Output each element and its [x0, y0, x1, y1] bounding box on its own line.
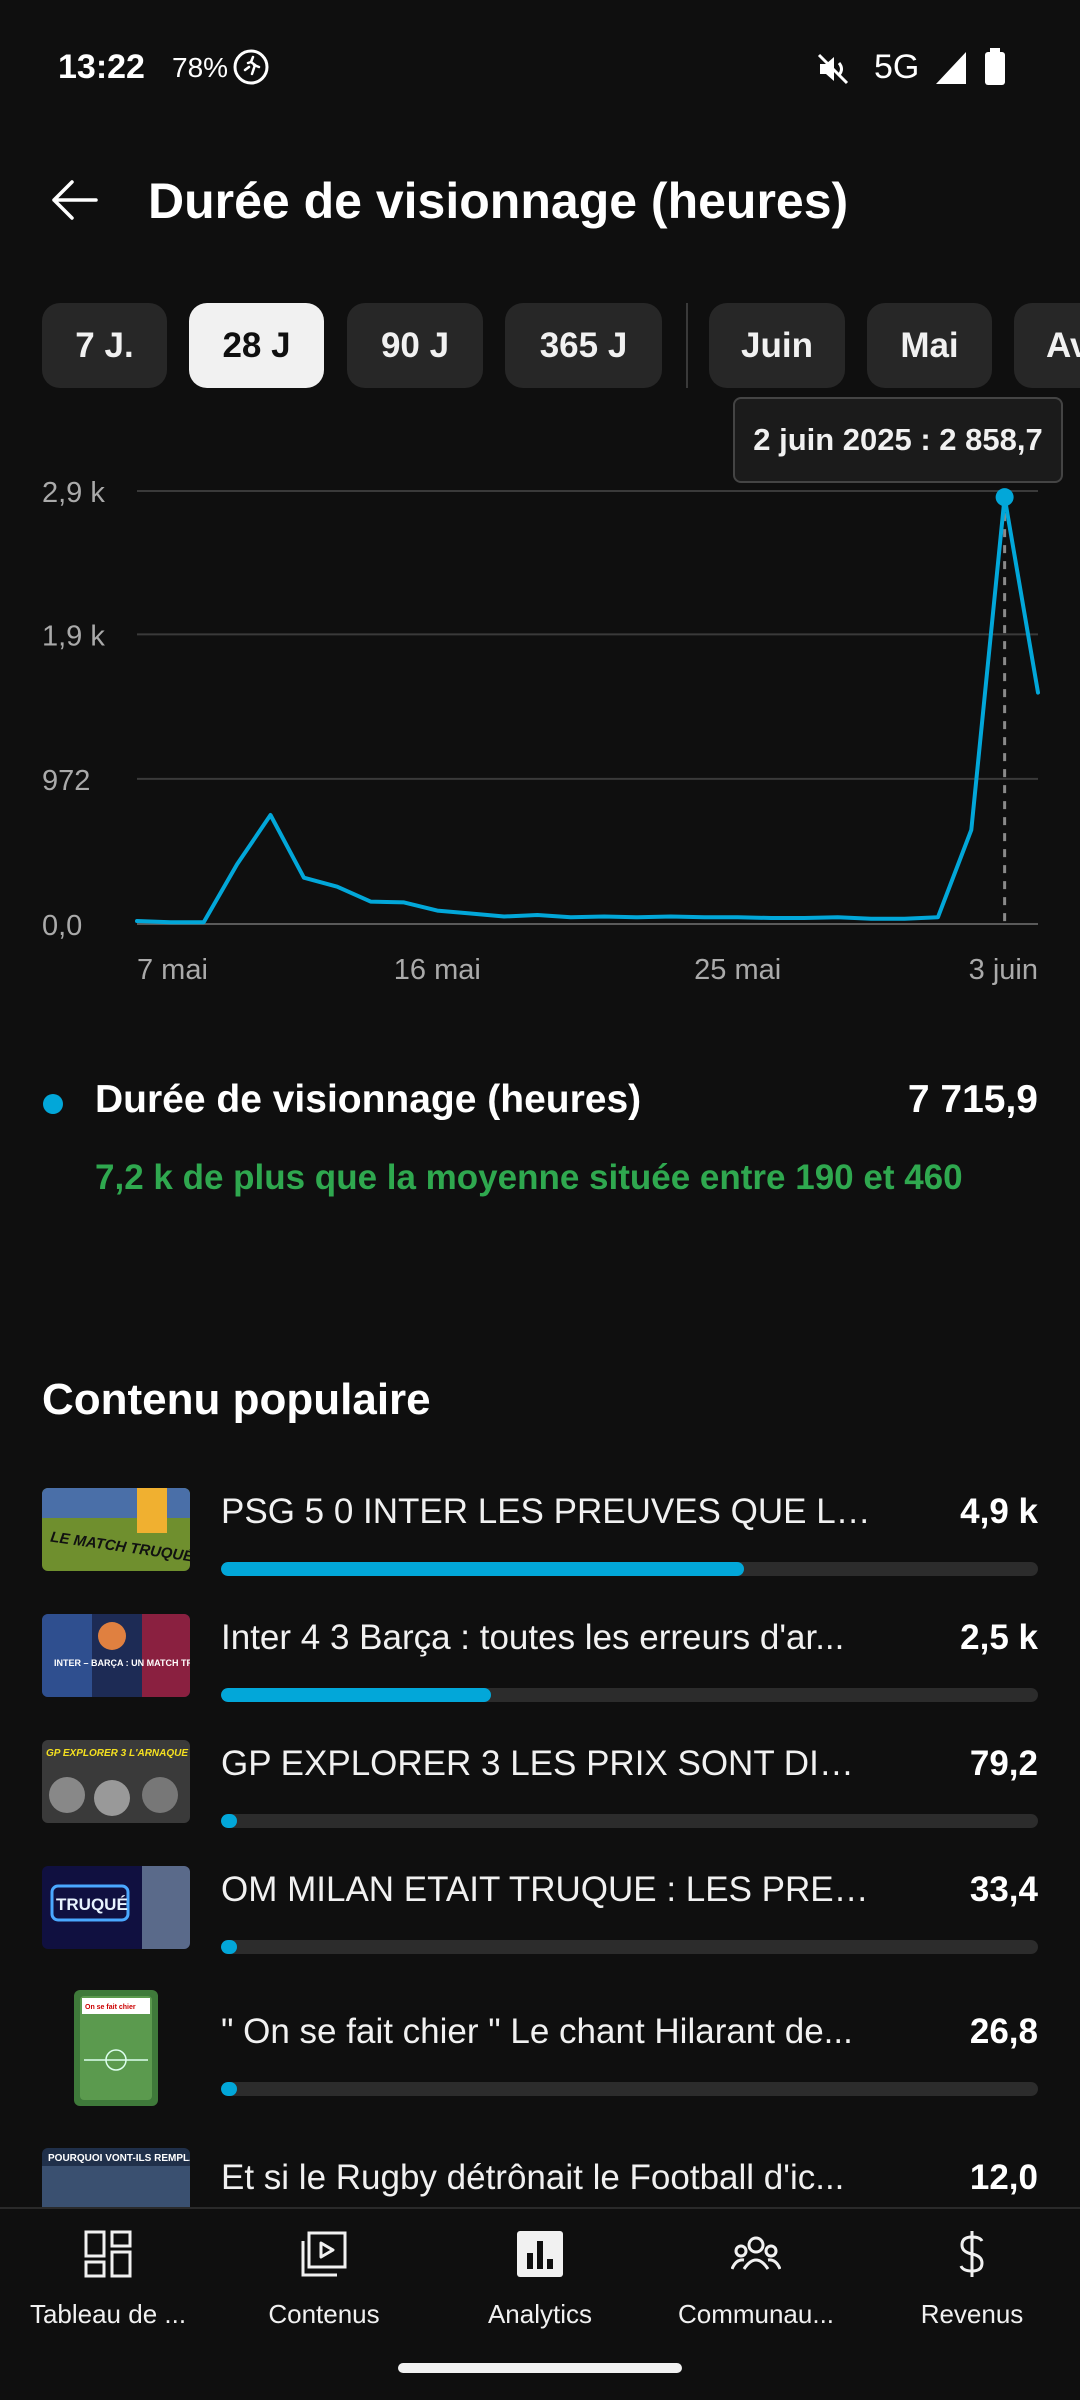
video-thumbnail: LE MATCH TRUQUÉ — [42, 1488, 190, 1571]
y-tick-label: 2,9 k — [42, 477, 105, 509]
video-thumbnail: On se fait chier — [74, 1990, 158, 2106]
share-bar-fill — [221, 1562, 744, 1576]
y-tick-label: 0,0 — [42, 910, 82, 942]
video-thumbnail: TRUQUÉ — [42, 1866, 190, 1949]
series-line — [135, 495, 1040, 925]
nav-analytics[interactable]: Analytics — [432, 2209, 648, 2349]
share-bar-fill — [221, 1814, 238, 1828]
chip-90-days[interactable]: 90 J — [347, 303, 483, 388]
page-title: Durée de visionnage (heures) — [148, 173, 849, 229]
top-content-list: LE MATCH TRUQUÉ PSG 5 0 INTER LES PREUVE… — [0, 1480, 1080, 2210]
share-bar — [221, 1562, 1038, 1576]
arrow-back-icon — [52, 180, 98, 220]
nav-community[interactable]: Communau... — [648, 2209, 864, 2349]
chip-may[interactable]: Mai — [867, 303, 992, 388]
earn-icon — [959, 2231, 984, 2277]
metric-label: Durée de visionnage (heures) — [95, 1078, 642, 1121]
video-watch-time: 26,8 — [969, 2012, 1038, 2051]
app-header: Durée de visionnage (heures) — [0, 160, 1080, 240]
section-title-top-content: Contenu populaire — [42, 1375, 431, 1424]
network-type: 5G — [874, 48, 920, 86]
x-tick-label: 16 mai — [394, 954, 481, 986]
thumbnail-text: GP EXPLORER 3 L'ARNAQUE DE L'ANNÉE — [46, 1746, 190, 1759]
period-chips: 7 J. 28 J 90 J 365 J Juin Mai Av — [0, 303, 1080, 388]
share-bar — [221, 1940, 1038, 1954]
battery-icon — [985, 48, 1005, 85]
video-watch-time: 33,4 — [969, 1870, 1038, 1909]
share-bar-fill — [221, 2082, 238, 2096]
video-title: Inter 4 3 Barça : toutes les erreurs d'a… — [221, 1618, 845, 1657]
video-watch-time: 79,2 — [969, 1744, 1038, 1783]
x-tick-label: 3 juin — [969, 954, 1038, 986]
chip-divider — [686, 303, 688, 388]
list-item[interactable]: POURQUOI VONT-ILS REMPLACER LES Et si le… — [0, 2148, 1080, 2210]
content-icon — [301, 2231, 347, 2277]
nav-label: Communau... — [677, 2299, 835, 2329]
signal-icon — [936, 52, 966, 84]
nav-label: Contenus — [268, 2299, 380, 2329]
metric-summary: Durée de visionnage (heures) 7 715,9 7,2… — [0, 1070, 1080, 1220]
home-indicator — [398, 2363, 682, 2373]
share-bar — [221, 1688, 1038, 1702]
status-battery-percent: 78% — [172, 52, 229, 83]
video-thumbnail: POURQUOI VONT-ILS REMPLACER LES — [42, 2148, 190, 2210]
video-watch-time: 4,9 k — [960, 1492, 1038, 1531]
y-tick-label: 1,9 k — [42, 620, 105, 652]
nav-label: Revenus — [920, 2299, 1024, 2329]
chart-tooltip: 2 juin 2025 : 2 858,7 — [733, 397, 1063, 483]
list-item[interactable]: TRUQUÉ OM MILAN ETAIT TRUQUE : LES PREU.… — [0, 1866, 1080, 1976]
list-item[interactable]: INTER – BARÇA : UN MATCH TRUQUÉ Inter 4 … — [0, 1614, 1080, 1724]
share-bar-fill — [221, 1940, 238, 1954]
video-thumbnail: INTER – BARÇA : UN MATCH TRUQUÉ — [42, 1614, 190, 1697]
dashboard-icon — [84, 2230, 132, 2278]
mute-icon — [817, 53, 849, 85]
share-bar-fill — [221, 1688, 491, 1702]
nav-content[interactable]: Contenus — [216, 2209, 432, 2349]
back-button[interactable] — [44, 170, 104, 230]
chip-7-days[interactable]: 7 J. — [42, 303, 167, 388]
chip-365-days[interactable]: 365 J — [505, 303, 662, 388]
highlight-point — [995, 488, 1014, 507]
community-icon — [731, 2236, 781, 2270]
share-bar — [221, 2082, 1038, 2096]
video-thumbnail: GP EXPLORER 3 L'ARNAQUE DE L'ANNÉE — [42, 1740, 190, 1823]
video-watch-time: 12,0 — [969, 2158, 1038, 2197]
x-tick-label: 7 mai — [137, 954, 208, 986]
status-time: 13:22 — [58, 48, 145, 86]
chip-28-days[interactable]: 28 J — [189, 303, 324, 388]
chip-june[interactable]: Juin — [709, 303, 845, 388]
list-item[interactable]: On se fait chier " On se fait chier " Le… — [0, 1990, 1080, 2130]
video-title: GP EXPLORER 3 LES PRIX SONT DIGN... — [221, 1744, 871, 1783]
video-title: " On se fait chier " Le chant Hilarant d… — [221, 2012, 853, 2051]
y-tick-label: 972 — [42, 765, 90, 797]
thumbnail-text: INTER – BARÇA : UN MATCH TRUQUÉ — [54, 1658, 190, 1668]
nav-label: Analytics — [487, 2299, 593, 2329]
video-watch-time: 2,5 k — [960, 1618, 1038, 1657]
x-tick-label: 25 mai — [694, 954, 781, 986]
video-title: OM MILAN ETAIT TRUQUE : LES PREU... — [221, 1870, 871, 1909]
list-item[interactable]: GP EXPLORER 3 L'ARNAQUE DE L'ANNÉE GP EX… — [0, 1740, 1080, 1850]
thumbnail-text: On se fait chier — [85, 2004, 136, 2011]
activity-icon — [233, 49, 269, 85]
nav-earn[interactable]: Revenus — [864, 2209, 1080, 2349]
analytics-icon — [517, 2231, 563, 2277]
thumbnail-text: POURQUOI VONT-ILS REMPLACER LES — [48, 2153, 190, 2164]
nav-label: Tableau de ... — [29, 2299, 187, 2329]
list-item[interactable]: LE MATCH TRUQUÉ PSG 5 0 INTER LES PREUVE… — [0, 1488, 1080, 1598]
video-title: Et si le Rugby détrônait le Football d'i… — [221, 2158, 845, 2197]
bottom-navigation: Tableau de ... Contenus Analytics Commun… — [0, 2207, 1080, 2347]
series-color-dot — [43, 1094, 63, 1114]
metric-value: 7 715,9 — [907, 1078, 1038, 1121]
thumbnail-text: TRUQUÉ — [56, 1895, 128, 1914]
metric-comparison: 7,2 k de plus que la moyenne située entr… — [95, 1158, 963, 1197]
status-bar: 13:22 78% 5G — [0, 0, 1080, 136]
nav-dashboard[interactable]: Tableau de ... — [0, 2209, 216, 2349]
chip-april[interactable]: Av — [1014, 303, 1080, 388]
share-bar — [221, 1814, 1038, 1828]
video-title: PSG 5 0 INTER LES PREUVES QUE LE... — [221, 1492, 871, 1531]
